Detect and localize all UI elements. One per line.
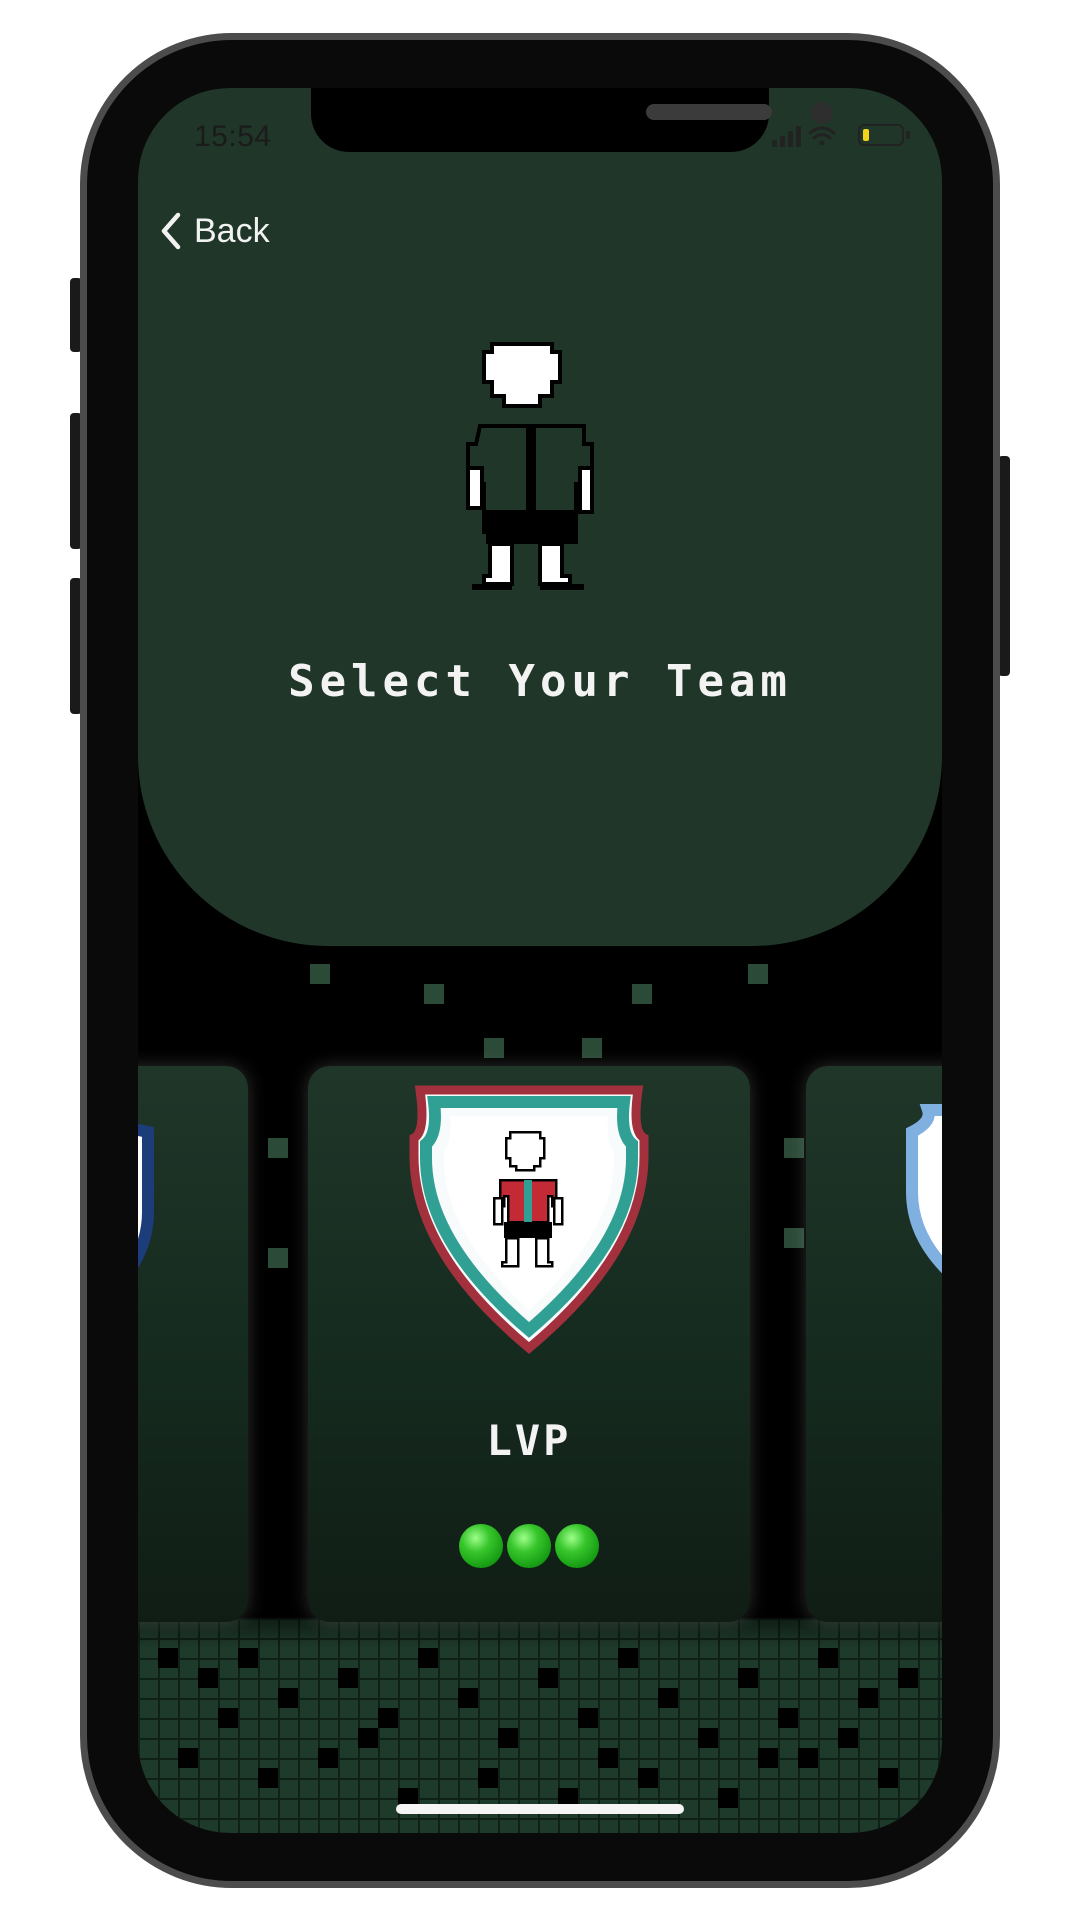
app-screen: 15:54 Back Select Your Team LVP — [138, 88, 942, 1833]
pixel-block — [578, 1708, 598, 1728]
rating-dot-icon — [555, 1524, 599, 1568]
pixel-block — [338, 1668, 358, 1688]
pixel-block — [618, 1648, 638, 1668]
pixel-block — [878, 1768, 898, 1788]
cellular-signal-icon — [772, 126, 801, 147]
status-time: 15:54 — [194, 120, 272, 153]
pixel-block — [378, 1708, 398, 1728]
team-shield-icon — [906, 1104, 942, 1274]
battery-low-icon — [858, 124, 904, 146]
battery-level — [863, 129, 869, 141]
team-rating — [308, 1524, 750, 1568]
pixel-block — [778, 1708, 798, 1728]
pixel-block — [258, 1768, 278, 1788]
back-label: Back — [194, 211, 270, 250]
pixel-block — [748, 964, 768, 984]
team-name: LVP — [486, 1416, 572, 1465]
pixel-block — [838, 1728, 858, 1748]
pixel-block — [218, 1708, 238, 1728]
pixel-block — [458, 1688, 478, 1708]
rating-dot-icon — [459, 1524, 503, 1568]
pixel-block — [268, 1248, 288, 1268]
pixel-block — [698, 1728, 718, 1748]
pixel-block — [178, 1748, 198, 1768]
pixel-block — [498, 1728, 518, 1748]
team-card-previous[interactable] — [138, 1066, 248, 1622]
team-shield-icon — [138, 1123, 154, 1268]
status-icons — [772, 126, 836, 147]
pixel-block — [898, 1668, 918, 1688]
page-title: Select Your Team — [288, 656, 792, 707]
pixel-block — [278, 1688, 298, 1708]
pixel-block — [718, 1788, 738, 1808]
pixel-block — [658, 1688, 678, 1708]
pixel-block — [268, 1138, 288, 1158]
camera-dot — [811, 102, 833, 124]
header-card: 15:54 Back Select Your Team — [138, 88, 942, 946]
pixel-block — [358, 1728, 378, 1748]
team-card-selected[interactable]: LVP — [308, 1066, 750, 1622]
pixel-block — [484, 1038, 504, 1058]
pixel-block — [632, 984, 652, 1004]
team-card-next[interactable] — [806, 1066, 942, 1622]
pixel-block — [638, 1768, 658, 1788]
pixel-block — [318, 1748, 338, 1768]
pixel-block — [582, 1038, 602, 1058]
pixel-block — [738, 1668, 758, 1688]
pixel-block — [858, 1688, 878, 1708]
rating-dot-icon — [507, 1524, 551, 1568]
home-indicator — [396, 1804, 684, 1814]
pixel-block — [238, 1648, 258, 1668]
pixel-block — [424, 984, 444, 1004]
wifi-icon — [808, 126, 836, 146]
player-silhouette-icon — [466, 342, 594, 590]
pixel-block — [198, 1668, 218, 1688]
pixel-block — [818, 1648, 838, 1668]
pixel-block — [538, 1668, 558, 1688]
pixel-block — [798, 1748, 818, 1768]
pixel-block — [784, 1138, 804, 1158]
pixel-block — [598, 1748, 618, 1768]
pixel-block — [758, 1748, 778, 1768]
back-button[interactable]: Back — [160, 206, 270, 256]
pixel-block — [478, 1768, 498, 1788]
battery-tip — [906, 131, 910, 139]
device-notch — [311, 88, 833, 152]
speaker-grille — [646, 104, 772, 120]
team-shield-icon — [409, 1085, 649, 1354]
pixel-block — [784, 1228, 804, 1248]
pixel-block — [158, 1648, 178, 1668]
pixel-block — [418, 1648, 438, 1668]
chevron-left-icon — [161, 212, 181, 250]
pixel-block — [310, 964, 330, 984]
